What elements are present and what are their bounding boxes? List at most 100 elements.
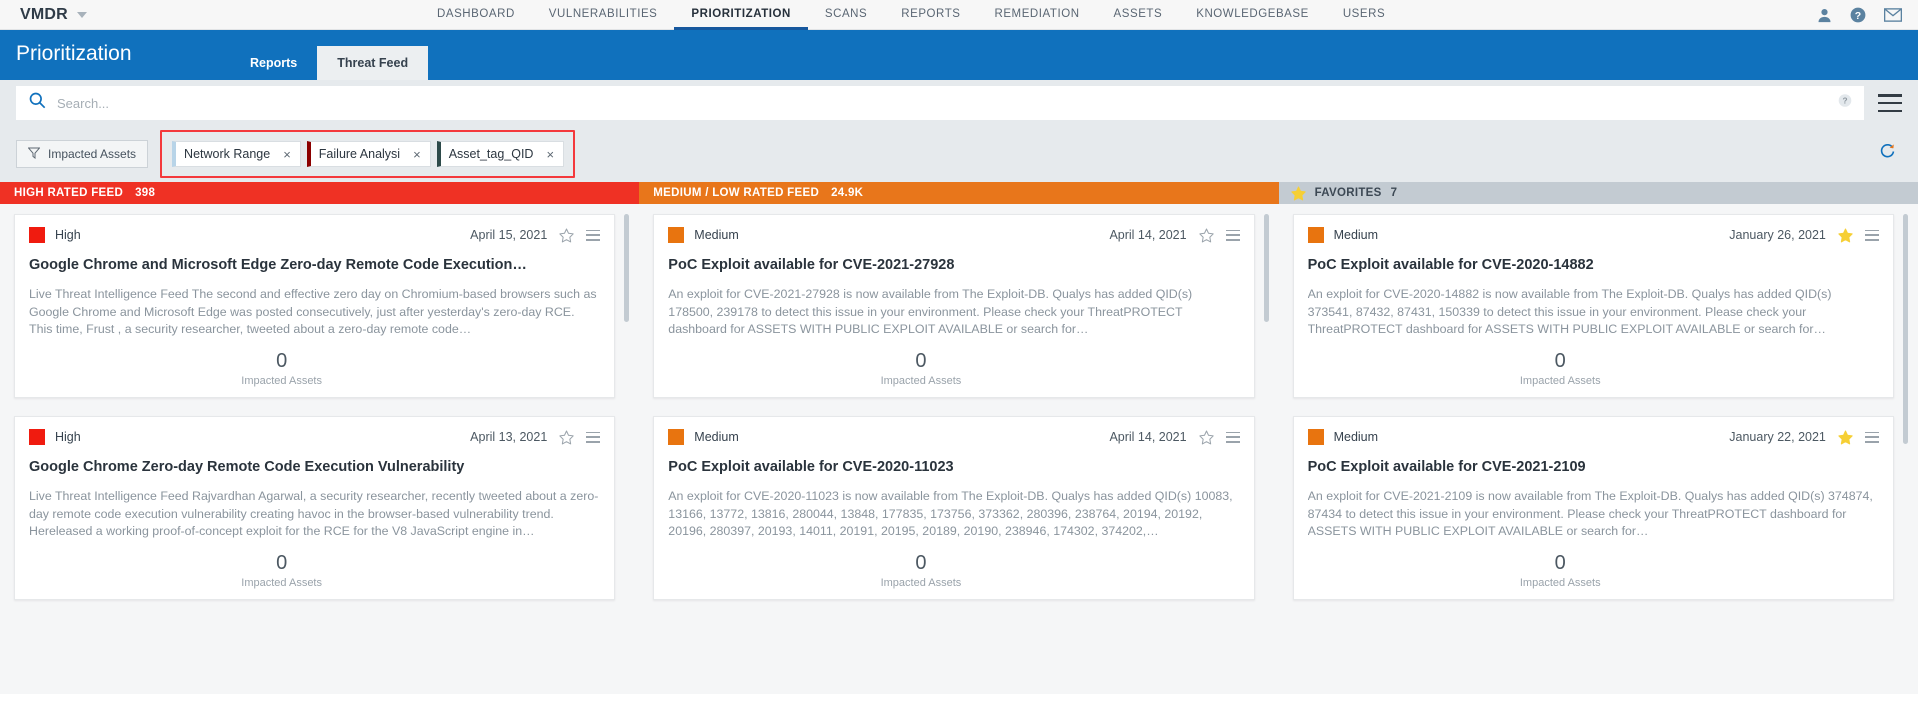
close-icon[interactable]: × (413, 148, 421, 161)
nav-link-prioritization[interactable]: PRIORITIZATION (674, 0, 807, 30)
star-filled-icon[interactable] (1838, 228, 1853, 243)
nav-link-scans[interactable]: SCANS (808, 0, 884, 30)
card-menu-icon[interactable] (1226, 432, 1240, 443)
card-menu-icon[interactable] (1226, 230, 1240, 241)
threat-card-date: April 14, 2021 (1109, 430, 1186, 444)
nav-link-assets[interactable]: ASSETS (1097, 0, 1180, 30)
close-icon[interactable]: × (546, 148, 554, 161)
column-scrollbar[interactable] (1903, 214, 1908, 444)
star-outline-icon[interactable] (1199, 430, 1214, 445)
close-icon[interactable]: × (283, 148, 291, 161)
star-outline-icon[interactable] (559, 228, 574, 243)
tab-reports[interactable]: Reports (230, 46, 317, 80)
search-toolbar: Search... ? (0, 80, 1918, 126)
severity-swatch-icon (29, 429, 45, 445)
threat-card-date: January 26, 2021 (1729, 228, 1826, 242)
threat-card-description: Live Threat Intelligence Feed Rajvardhan… (29, 488, 600, 541)
feed-column-body[interactable]: Medium April 14, 2021 PoC Exploit availabl… (639, 204, 1278, 694)
impacted-assets-label: Impacted Assets (1308, 577, 1813, 589)
threat-card[interactable]: HighApril 13, 2021Google Chrome Zero-day… (14, 416, 615, 600)
threat-card-header: Medium April 14, 2021 (668, 227, 1239, 243)
funnel-icon (28, 147, 40, 162)
top-nav-icon-group: ? (1817, 0, 1902, 30)
threat-card-title[interactable]: PoC Exploit available for CVE-2020-11023 (668, 458, 1239, 476)
severity-badge: Medium (1308, 227, 1378, 243)
filter-chip-label: Network Range (184, 147, 270, 161)
threat-card-title[interactable]: PoC Exploit available for CVE-2021-27928 (668, 256, 1239, 274)
card-menu-icon[interactable] (1865, 432, 1879, 443)
nav-link-knowledgebase[interactable]: KNOWLEDGEBASE (1179, 0, 1326, 30)
threat-card-title[interactable]: PoC Exploit available for CVE-2020-14882 (1308, 256, 1879, 274)
severity-label: Medium (1334, 430, 1378, 444)
threat-card-date: January 22, 2021 (1729, 430, 1826, 444)
threat-card-date: April 14, 2021 (1109, 228, 1186, 242)
threat-card[interactable]: Medium April 14, 2021 PoC Exploit availabl… (653, 214, 1254, 398)
impacted-assets-count: 0 (668, 552, 1173, 574)
threat-card-title[interactable]: Google Chrome Zero-day Remote Code Execu… (29, 458, 600, 476)
chevron-down-icon[interactable] (77, 12, 87, 18)
search-input[interactable]: Search... ? (16, 86, 1864, 120)
feed-column-title: FAVORITES (1315, 187, 1382, 199)
severity-swatch-icon (1308, 227, 1324, 243)
severity-label: High (55, 228, 81, 242)
impacted-assets-summary: 0Impacted Assets (29, 350, 600, 387)
threat-card-header: Medium January 26, 2021 (1308, 227, 1879, 243)
column-scrollbar[interactable] (624, 214, 629, 322)
threat-card-title[interactable]: PoC Exploit available for CVE-2021-2109 (1308, 458, 1879, 476)
column-scrollbar[interactable] (1264, 214, 1269, 322)
impacted-assets-label: Impacted Assets (668, 375, 1173, 387)
page-tabs: ReportsThreat Feed (230, 30, 428, 80)
brand-selector[interactable]: VMDR (0, 6, 420, 24)
nav-link-users[interactable]: USERS (1326, 0, 1402, 30)
feed-column-count: 7 (1391, 187, 1398, 199)
help-icon[interactable]: ? (1850, 7, 1866, 23)
user-icon[interactable] (1817, 8, 1832, 23)
feed-column: MEDIUM / LOW RATED FEED24.9K Medium April … (639, 182, 1278, 694)
impacted-assets-summary: 0 Impacted Assets (1308, 350, 1879, 387)
tab-threat-feed[interactable]: Threat Feed (317, 46, 428, 80)
page-title: Prioritization (16, 42, 132, 66)
feed-column-body[interactable]: High April 15, 2021 Google Chrome and Micr… (0, 204, 639, 694)
severity-label: Medium (694, 228, 738, 242)
impacted-assets-label: Impacted Assets (668, 577, 1173, 589)
impacted-assets-label: Impacted Assets (29, 577, 534, 589)
impacted-assets-filter-button[interactable]: Impacted Assets (16, 140, 148, 168)
impacted-assets-count: 0 (1308, 350, 1813, 372)
feed-column-header: MEDIUM / LOW RATED FEED24.9K (639, 182, 1278, 204)
nav-link-vulnerabilities[interactable]: VULNERABILITIES (532, 0, 675, 30)
nav-link-reports[interactable]: REPORTS (884, 0, 977, 30)
nav-link-dashboard[interactable]: DASHBOARD (420, 0, 532, 30)
threat-card-meta: April 15, 2021 (470, 228, 600, 243)
search-help-icon[interactable]: ? (1838, 94, 1852, 113)
search-icon (29, 92, 46, 114)
filter-chip[interactable]: Failure Analysi× (307, 141, 431, 167)
star-outline-icon[interactable] (1199, 228, 1214, 243)
feed-column-count: 398 (135, 187, 155, 199)
nav-link-remediation[interactable]: REMEDIATION (977, 0, 1096, 30)
threat-card[interactable]: MediumApril 14, 2021 PoC Exploit availabl… (653, 416, 1254, 600)
card-menu-icon[interactable] (1865, 230, 1879, 241)
filter-chip[interactable]: Asset_tag_QID× (437, 141, 564, 167)
main-nav-links: DASHBOARDVULNERABILITIESPRIORITIZATIONSC… (420, 0, 1402, 30)
severity-badge: High (29, 429, 81, 445)
threat-card-meta: January 22, 2021 (1729, 430, 1879, 445)
star-filled-icon[interactable] (1838, 430, 1853, 445)
feed-column-body[interactable]: Medium January 26, 2021 PoC Exploit availa… (1279, 204, 1918, 694)
card-menu-icon[interactable] (586, 432, 600, 443)
refresh-icon[interactable] (1879, 143, 1896, 165)
star-outline-icon[interactable] (559, 430, 574, 445)
threat-card-title[interactable]: Google Chrome and Microsoft Edge Zero-da… (29, 256, 600, 274)
threat-card[interactable]: Medium January 22, 2021 PoC Exploit availa… (1293, 416, 1894, 600)
feed-column-count: 24.9K (831, 187, 863, 199)
card-menu-icon[interactable] (586, 230, 600, 241)
threat-card-date: April 15, 2021 (470, 228, 547, 242)
threat-card[interactable]: High April 15, 2021 Google Chrome and Micr… (14, 214, 615, 398)
threat-card[interactable]: Medium January 26, 2021 PoC Exploit availa… (1293, 214, 1894, 398)
impacted-assets-label: Impacted Assets (1308, 375, 1813, 387)
filter-chip[interactable]: Network Range × (172, 141, 301, 167)
threat-card-description: Live Threat Intelligence Feed The second… (29, 286, 600, 339)
favorites-star-icon (1291, 186, 1306, 201)
mail-icon[interactable] (1884, 8, 1902, 22)
hamburger-menu-icon[interactable] (1878, 94, 1902, 112)
threat-card-header: MediumApril 14, 2021 (668, 429, 1239, 445)
